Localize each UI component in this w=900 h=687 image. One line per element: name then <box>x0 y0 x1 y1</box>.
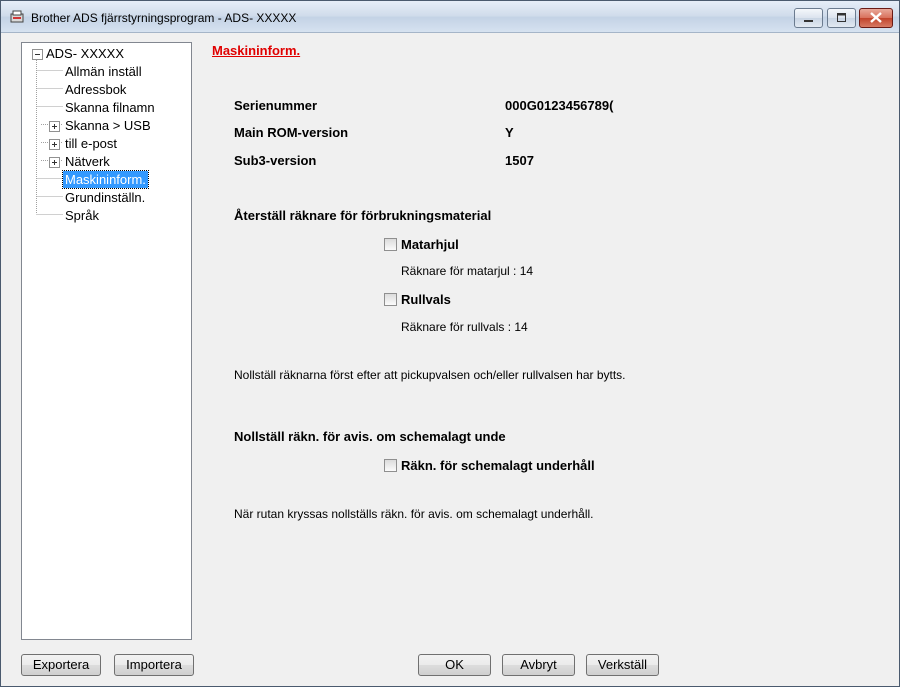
expand-icon[interactable] <box>49 157 60 168</box>
reset-counter-title: Återställ räknare för förbrukningsmateri… <box>234 208 492 223</box>
serial-value: 000G0123456789( <box>505 98 614 113</box>
client-area: ADS- XXXXX Allmän inställ Adressbok Skan… <box>1 33 899 686</box>
maintenance-checkbox[interactable] <box>384 459 397 472</box>
app-window: Brother ADS fjärrstyrningsprogram - ADS-… <box>0 0 900 687</box>
close-button[interactable] <box>859 8 893 28</box>
app-icon <box>9 9 25 25</box>
feed-roller-counter: Räknare för matarjul : 14 <box>401 264 534 278</box>
minimize-button[interactable] <box>794 8 823 28</box>
import-button[interactable]: Importera <box>114 654 194 676</box>
maintenance-checkbox-label[interactable]: Räkn. för schemalagt underhåll <box>401 458 595 473</box>
title-bar[interactable]: Brother ADS fjärrstyrningsprogram - ADS-… <box>1 1 899 33</box>
tree-item-initial-setup[interactable]: Grundinställn. <box>65 189 145 206</box>
settings-tree[interactable]: ADS- XXXXX Allmän inställ Adressbok Skan… <box>21 42 192 640</box>
reset-note: Nollställ räknarna först efter att picku… <box>234 368 626 382</box>
expand-icon[interactable] <box>49 121 60 132</box>
tree-root[interactable]: ADS- XXXXX <box>46 45 124 62</box>
sub3-version-label: Sub3-version <box>234 153 317 168</box>
tree-item-scan-usb[interactable]: Skanna > USB <box>65 117 151 134</box>
apply-button[interactable]: Verkställ <box>586 654 659 676</box>
tree-item-machine-info[interactable]: Maskininform. <box>62 170 149 189</box>
roller-checkbox[interactable] <box>384 293 397 306</box>
roller-label[interactable]: Rullvals <box>401 292 451 307</box>
window-title: Brother ADS fjärrstyrningsprogram - ADS-… <box>31 11 297 25</box>
tree-item-email[interactable]: till e-post <box>65 135 117 152</box>
tree-item-language[interactable]: Språk <box>65 207 99 224</box>
collapse-icon[interactable] <box>32 49 43 60</box>
roller-counter: Räknare för rullvals : 14 <box>401 320 528 334</box>
maximize-button[interactable] <box>827 8 856 28</box>
tree-item-scan-filename[interactable]: Skanna filnamn <box>65 99 155 116</box>
feed-roller-label[interactable]: Matarhjul <box>401 237 459 252</box>
serial-label: Serienummer <box>234 98 318 113</box>
tree-item-network[interactable]: Nätverk <box>65 153 110 170</box>
maintenance-title: Nollställ räkn. för avis. om schemalagt … <box>234 429 506 444</box>
cancel-button[interactable]: Avbryt <box>502 654 575 676</box>
ok-button[interactable]: OK <box>418 654 491 676</box>
maintenance-note: När rutan kryssas nollställs räkn. för a… <box>234 507 594 521</box>
sub3-version-value: 1507 <box>505 153 534 168</box>
page-title: Maskininform. <box>212 43 301 58</box>
tree-item-address-book[interactable]: Adressbok <box>65 81 126 98</box>
tree-item-general[interactable]: Allmän inställ <box>65 63 142 80</box>
rom-version-value: Y <box>505 125 514 140</box>
expand-icon[interactable] <box>49 139 60 150</box>
rom-version-label: Main ROM-version <box>234 125 349 140</box>
feed-roller-checkbox[interactable] <box>384 238 397 251</box>
export-button[interactable]: Exportera <box>21 654 101 676</box>
